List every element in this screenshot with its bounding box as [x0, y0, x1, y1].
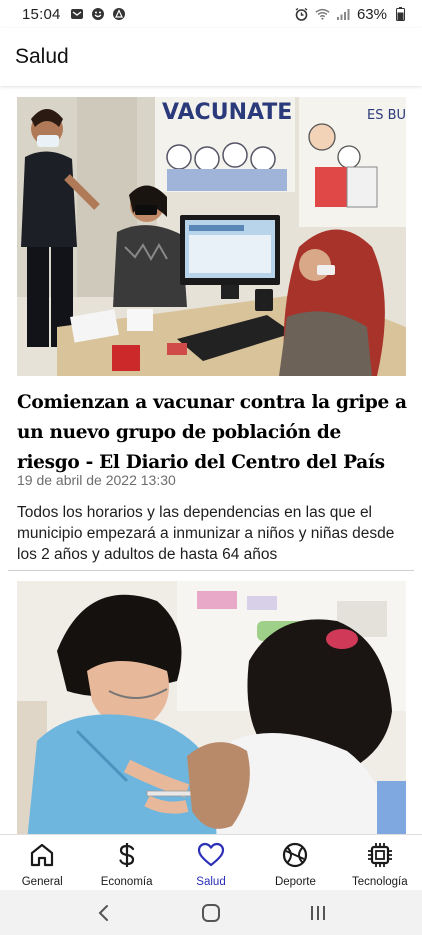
article-summary: Todos los horarios y las dependencias en…	[17, 504, 395, 563]
article-headline[interactable]: Comienzan a vacunar contra la gripe a un…	[17, 388, 409, 478]
bottom-nav: General Economía Salud Deporte Tecnologí…	[0, 834, 422, 890]
message-icon	[70, 7, 85, 22]
article-image[interactable]	[17, 581, 406, 834]
chip-icon	[366, 841, 394, 869]
nav-item-general[interactable]: General	[0, 835, 84, 890]
recents-icon[interactable]	[298, 893, 338, 933]
nav-label-salud: Salud	[196, 876, 226, 888]
status-left: 15:04	[22, 6, 127, 23]
wifi-icon	[315, 7, 330, 22]
nav-item-tecnologia[interactable]: Tecnología	[338, 835, 422, 890]
heart-icon	[197, 841, 225, 869]
home-circle-icon[interactable]	[191, 893, 231, 933]
article-divider	[8, 570, 414, 571]
nav-label-deporte: Deporte	[274, 876, 316, 888]
battery-percent: 63%	[356, 5, 387, 23]
article-date: 19 de abril de 2022 13:30	[17, 472, 176, 488]
nav-item-deporte[interactable]: Deporte	[253, 835, 337, 890]
system-nav-bar	[0, 890, 422, 935]
status-right: 63%	[294, 6, 408, 23]
ball-icon	[281, 841, 309, 869]
home-icon	[28, 841, 56, 869]
alarm-icon	[294, 7, 309, 22]
article-image[interactable]: VACUNATE ES BUE	[17, 97, 406, 376]
back-icon[interactable]	[84, 893, 124, 933]
status-time: 15:04	[22, 5, 61, 23]
signal-icon	[336, 7, 351, 22]
dollar-icon	[113, 841, 141, 869]
image-sign-text: VACUNATE	[162, 100, 292, 125]
image-poster-text: ES BUE	[367, 108, 406, 123]
page-title: Salud	[15, 45, 69, 68]
nav-label-economia: Economía	[100, 876, 153, 888]
battery-icon	[393, 7, 408, 22]
news-feed[interactable]: VACUNATE ES BUE	[0, 88, 422, 834]
warning-icon	[112, 7, 127, 22]
nav-label-tecnologia: Tecnología	[352, 876, 408, 888]
status-bar: 15:04 63%	[0, 0, 422, 28]
nav-label-general: General	[21, 876, 63, 888]
nav-item-economia[interactable]: Economía	[84, 835, 168, 890]
nav-item-salud[interactable]: Salud	[169, 835, 253, 890]
face-icon	[91, 7, 106, 22]
app-bar: Salud	[0, 28, 422, 86]
